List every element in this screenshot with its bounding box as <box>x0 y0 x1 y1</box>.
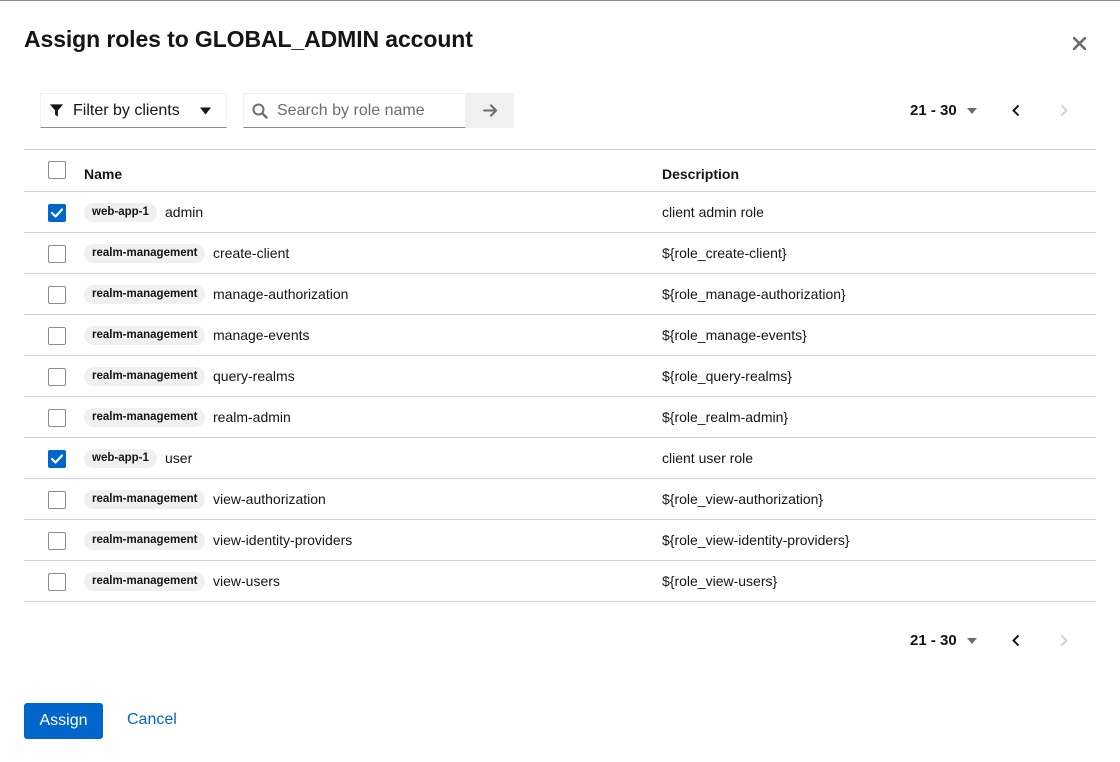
table-row: web-app-1 admin client admin role <box>24 192 1096 233</box>
roles-table: Name Description web-app-1 admin client ad… <box>24 149 1096 602</box>
table-row: web-app-1 user client user role <box>24 438 1096 479</box>
role-description: ${role_view-identity-providers} <box>662 532 850 548</box>
pagination-range-toggle[interactable]: 21 - 30 <box>910 102 977 119</box>
row-select-checkbox[interactable] <box>48 491 66 509</box>
search-icon <box>252 103 268 119</box>
role-description: ${role_query-realms} <box>662 368 792 384</box>
client-badge: realm-management <box>84 367 206 386</box>
role-name: user <box>165 450 193 466</box>
client-badge: realm-management <box>84 408 206 427</box>
client-badge: realm-management <box>84 244 206 263</box>
table-header: Name Description <box>24 150 1096 192</box>
role-description: ${role_realm-admin} <box>662 409 789 425</box>
client-badge: realm-management <box>84 490 206 509</box>
caret-down-icon <box>200 107 211 115</box>
checkmark-icon <box>51 208 63 218</box>
table-row: realm-management view-identity-providers $… <box>24 520 1096 561</box>
filter-by-clients-dropdown[interactable]: Filter by clients <box>40 93 227 128</box>
row-select-checkbox[interactable] <box>48 286 66 304</box>
pagination-range: 21 - 30 <box>910 102 957 119</box>
role-name: create-client <box>213 245 290 261</box>
client-badge: realm-management <box>84 326 206 345</box>
filter-icon <box>49 103 65 119</box>
close-icon <box>1072 36 1086 50</box>
column-header-description: Description <box>662 166 740 182</box>
row-select-checkbox[interactable] <box>48 204 66 222</box>
role-description: client user role <box>662 450 754 466</box>
client-badge: realm-management <box>84 572 206 591</box>
checkmark-icon <box>51 454 63 464</box>
filter-label: Filter by clients <box>73 101 180 119</box>
table-row: realm-management manage-authorization ${ro… <box>24 274 1096 315</box>
row-select-checkbox[interactable] <box>48 573 66 591</box>
table-row: realm-management manage-events ${role_mana… <box>24 315 1096 356</box>
table-row: realm-management create-client ${role_crea… <box>24 233 1096 274</box>
role-description: ${role_manage-authorization} <box>662 286 846 302</box>
row-select-checkbox[interactable] <box>48 327 66 345</box>
client-badge: realm-management <box>84 531 206 550</box>
role-description: client admin role <box>662 204 764 220</box>
role-name: realm-admin <box>213 409 291 425</box>
pagination-top: 21 - 30 <box>910 93 1096 128</box>
client-badge: web-app-1 <box>84 449 157 468</box>
cancel-button[interactable]: Cancel <box>127 711 177 729</box>
row-select-checkbox[interactable] <box>48 368 66 386</box>
row-select-checkbox[interactable] <box>48 532 66 550</box>
row-select-checkbox[interactable] <box>48 450 66 468</box>
search-input[interactable] <box>275 100 459 121</box>
role-search-box[interactable] <box>243 93 466 128</box>
table-row: realm-management query-realms ${role_query… <box>24 356 1096 397</box>
role-description: ${role_view-authorization} <box>662 491 824 507</box>
row-select-checkbox[interactable] <box>48 409 66 427</box>
role-description: ${role_manage-events} <box>662 327 807 343</box>
client-badge: realm-management <box>84 285 206 304</box>
role-name: manage-events <box>213 327 310 343</box>
next-page-button[interactable] <box>1050 627 1078 655</box>
search-submit-button[interactable] <box>466 93 514 128</box>
table-row: realm-management view-authorization ${role… <box>24 479 1096 520</box>
caret-down-icon <box>966 637 977 644</box>
previous-page-button[interactable] <box>1002 97 1030 125</box>
role-name: manage-authorization <box>213 286 349 302</box>
select-all-checkbox[interactable] <box>48 161 66 179</box>
role-name: view-users <box>213 573 280 589</box>
arrow-right-icon <box>482 104 497 117</box>
previous-page-button[interactable] <box>1002 627 1030 655</box>
role-name: view-authorization <box>213 491 326 507</box>
role-description: ${role_view-users} <box>662 573 778 589</box>
table-row: realm-management realm-admin ${role_realm-… <box>24 397 1096 438</box>
caret-down-icon <box>966 107 977 114</box>
role-name: query-realms <box>213 368 295 384</box>
client-badge: web-app-1 <box>84 203 157 222</box>
assign-button[interactable]: Assign <box>24 703 103 739</box>
role-name: admin <box>165 204 204 220</box>
column-header-name[interactable]: Name <box>84 166 122 182</box>
close-button[interactable] <box>1066 30 1092 56</box>
row-select-checkbox[interactable] <box>48 245 66 263</box>
pagination-bottom: 21 - 30 <box>910 623 1096 658</box>
role-name: view-identity-providers <box>213 532 353 548</box>
chevron-left-icon <box>1012 634 1020 647</box>
chevron-right-icon <box>1060 104 1068 117</box>
next-page-button[interactable] <box>1050 97 1078 125</box>
chevron-left-icon <box>1012 104 1020 117</box>
role-description: ${role_create-client} <box>662 245 787 261</box>
modal-title: Assign roles to GLOBAL_ADMIN account <box>24 26 473 52</box>
pagination-range-toggle[interactable]: 21 - 30 <box>910 632 977 649</box>
chevron-right-icon <box>1060 634 1068 647</box>
table-row: realm-management view-users ${role_view-us… <box>24 561 1096 602</box>
assign-roles-modal: Assign roles to GLOBAL_ADMIN account Fil… <box>0 0 1120 762</box>
pagination-range: 21 - 30 <box>910 632 957 649</box>
